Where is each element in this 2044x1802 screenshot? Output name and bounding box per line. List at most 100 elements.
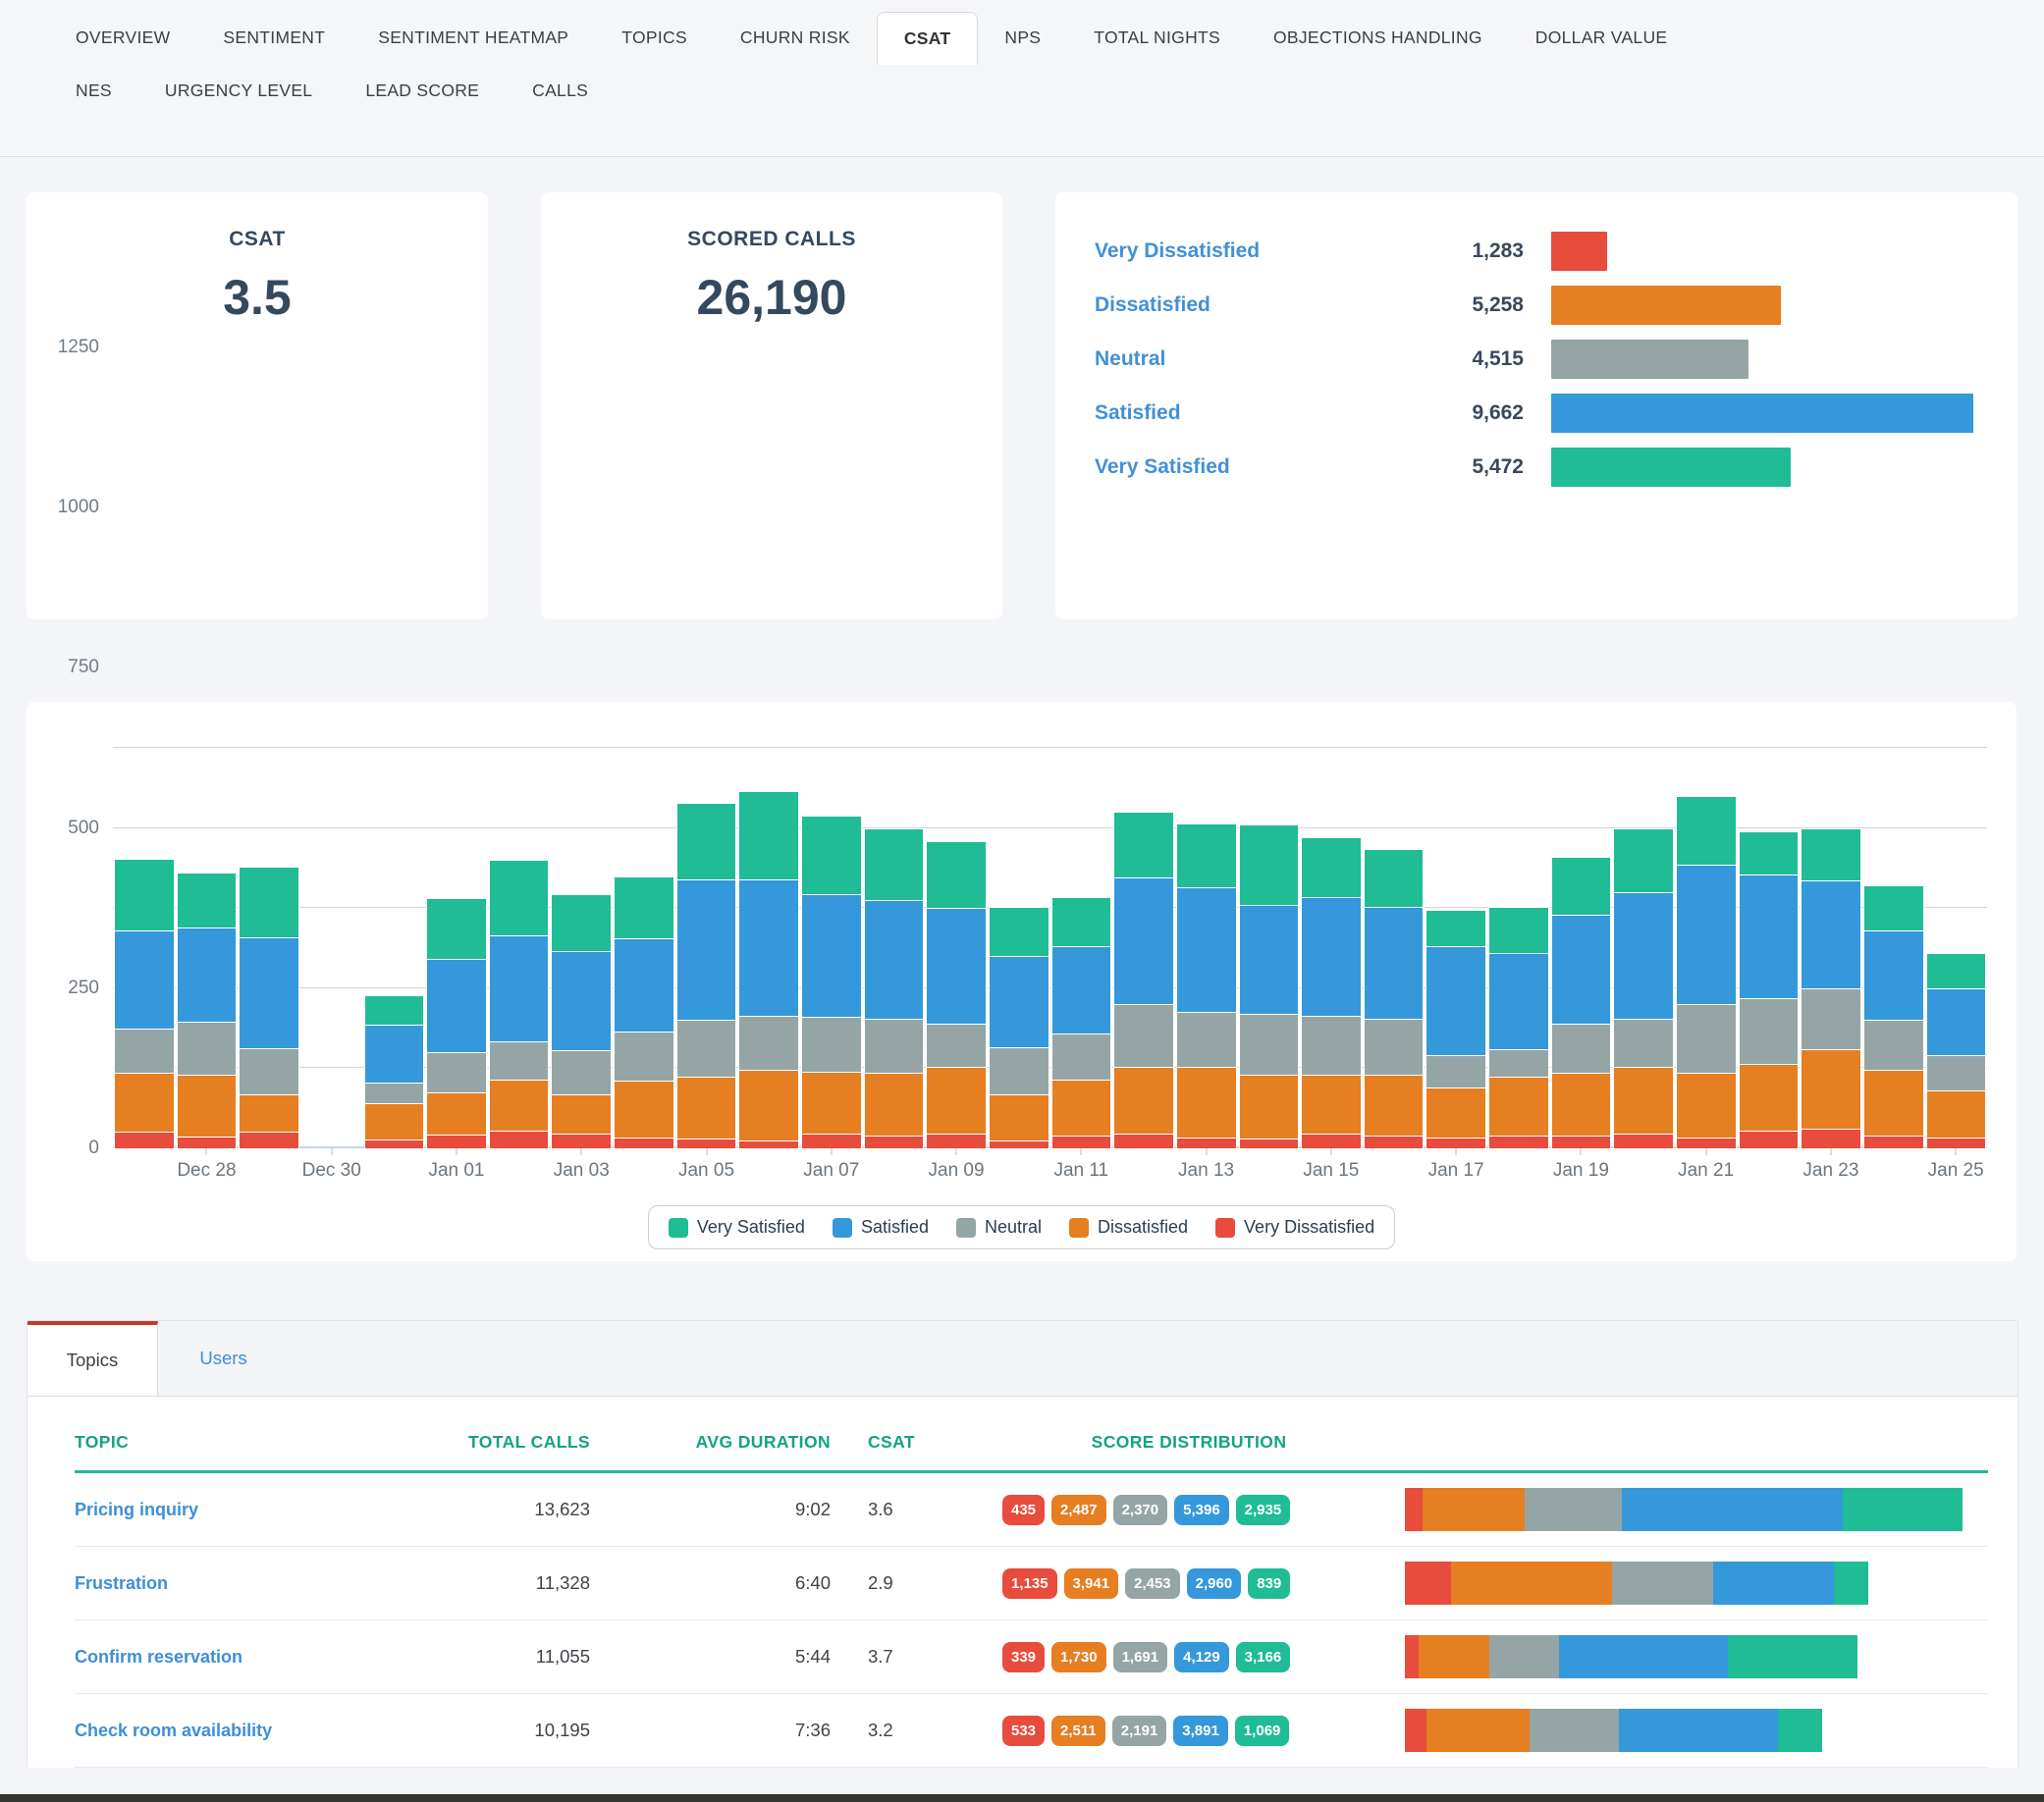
tab-users[interactable]: Users: [158, 1321, 289, 1396]
bar-jan-25[interactable]: [1925, 953, 1988, 1148]
segment-d: [1364, 1075, 1425, 1136]
segment-n: [1176, 1012, 1237, 1066]
nav-item-sentiment-heatmap[interactable]: SENTIMENT HEATMAP: [351, 12, 595, 65]
bar-dec-29[interactable]: [238, 867, 300, 1148]
distribution-bar-track: [1551, 232, 1976, 271]
nav-item-csat[interactable]: CSAT: [877, 12, 979, 65]
bar-jan-18[interactable]: [1487, 907, 1550, 1148]
nav-item-urgency-level[interactable]: URGENCY LEVEL: [138, 65, 339, 117]
segment-d: [614, 1081, 674, 1137]
bar-jan-04[interactable]: [613, 876, 675, 1148]
bar-jan-03[interactable]: [550, 894, 613, 1148]
segment-d: [1613, 1067, 1674, 1135]
nav-item-churn-risk[interactable]: CHURN RISK: [714, 12, 877, 65]
bar-jan-21[interactable]: [1675, 796, 1738, 1148]
legend-item-vd: Very Dissatisfied: [1215, 1217, 1374, 1238]
segment-vs: [1613, 828, 1674, 892]
bar-dec-31[interactable]: [363, 995, 426, 1148]
segment-d: [426, 1092, 487, 1135]
nav-item-total-nights[interactable]: TOTAL NIGHTS: [1067, 12, 1247, 65]
score-bar-segment-s: [1619, 1709, 1778, 1752]
segment-d: [364, 1103, 425, 1140]
segment-vs: [1051, 897, 1112, 947]
nav-item-dollar-value[interactable]: DOLLAR VALUE: [1509, 12, 1694, 65]
bar-jan-06[interactable]: [737, 791, 800, 1148]
bar-jan-07[interactable]: [800, 816, 863, 1148]
nav-item-topics[interactable]: TOPICS: [595, 12, 714, 65]
segment-n: [239, 1048, 299, 1094]
x-tick-label: Jan 21: [1678, 1160, 1734, 1182]
segment-n: [989, 1047, 1049, 1093]
bar-jan-19[interactable]: [1550, 857, 1613, 1148]
bar-jan-23[interactable]: [1800, 828, 1862, 1148]
x-tick-mark: [1705, 1148, 1706, 1155]
nav-item-sentiment[interactable]: SENTIMENT: [196, 12, 351, 65]
topic-link[interactable]: Frustration: [75, 1573, 350, 1594]
table-tab-strip: Topics Users: [27, 1321, 2017, 1397]
distribution-label[interactable]: Neutral: [1095, 347, 1389, 371]
segment-n: [1551, 1024, 1612, 1074]
segment-vd: [489, 1131, 550, 1148]
score-badge-s: 5,396: [1174, 1495, 1229, 1525]
bar-jan-13[interactable]: [1175, 823, 1238, 1148]
bar-jan-11[interactable]: [1050, 897, 1113, 1148]
y-tick-label: 1000: [58, 497, 99, 518]
distribution-label[interactable]: Dissatisfied: [1095, 293, 1389, 317]
nav-item-objections-handling[interactable]: OBJECTIONS HANDLING: [1247, 12, 1509, 65]
legend-label: Neutral: [985, 1217, 1042, 1238]
nav-item-nps[interactable]: NPS: [978, 12, 1067, 65]
topic-link[interactable]: Confirm reservation: [75, 1647, 350, 1668]
table-body: Pricing inquiry13,6239:023.64352,4872,37…: [75, 1473, 1988, 1768]
bar-jan-10[interactable]: [988, 907, 1050, 1148]
segment-vd: [364, 1140, 425, 1148]
distribution-label[interactable]: Very Satisfied: [1095, 455, 1389, 479]
x-tick-mark: [456, 1148, 457, 1155]
csat-card-title: CSAT: [27, 228, 488, 251]
distribution-bar: [1551, 394, 1973, 433]
x-tick-mark: [331, 1148, 332, 1155]
bar-dec-27[interactable]: [113, 859, 176, 1148]
stacked-bar-plot: 025050075010001250: [113, 748, 1987, 1148]
segment-s: [1239, 905, 1300, 1014]
bar-jan-22[interactable]: [1738, 831, 1801, 1148]
bar-jan-24[interactable]: [1862, 885, 1925, 1148]
nav-item-lead-score[interactable]: LEAD SCORE: [339, 65, 506, 117]
segment-vs: [114, 859, 175, 929]
bar-jan-17[interactable]: [1425, 910, 1487, 1148]
bar-jan-09[interactable]: [925, 841, 988, 1148]
bar-dec-28[interactable]: [176, 873, 239, 1148]
tab-topics[interactable]: Topics: [27, 1321, 158, 1396]
topic-link[interactable]: Check room availability: [75, 1721, 350, 1741]
header-score-distribution: SCORE DISTRIBUTION: [973, 1432, 1405, 1453]
distribution-label[interactable]: Very Dissatisfied: [1095, 239, 1389, 263]
segment-vd: [864, 1136, 925, 1148]
bar-jan-01[interactable]: [425, 898, 488, 1148]
nav-item-calls[interactable]: CALLS: [506, 65, 615, 117]
bar-jan-08[interactable]: [863, 828, 926, 1148]
segment-vs: [989, 907, 1049, 957]
distribution-bar-track: [1551, 340, 1976, 379]
score-bar: [1405, 1488, 1963, 1531]
nav-item-nes[interactable]: NES: [49, 65, 138, 117]
segment-s: [926, 908, 987, 1024]
topic-link[interactable]: Pricing inquiry: [75, 1500, 350, 1520]
table-row: Frustration11,3286:402.91,1353,9412,4532…: [75, 1547, 1988, 1620]
bar-jan-02[interactable]: [488, 860, 551, 1148]
bar-jan-05[interactable]: [675, 803, 738, 1148]
bar-jan-12[interactable]: [1112, 812, 1175, 1148]
distribution-label[interactable]: Satisfied: [1095, 401, 1389, 425]
segment-s: [1113, 877, 1174, 1004]
bar-jan-20[interactable]: [1612, 828, 1675, 1148]
bar-jan-14[interactable]: [1238, 824, 1301, 1148]
bar-jan-16[interactable]: [1363, 849, 1425, 1148]
segment-vd: [1364, 1136, 1425, 1148]
bar-jan-15[interactable]: [1300, 837, 1363, 1148]
nav-item-overview[interactable]: OVERVIEW: [49, 12, 196, 65]
segment-vs: [1176, 823, 1237, 887]
segment-d: [926, 1067, 987, 1135]
segment-vs: [1863, 885, 1924, 930]
x-tick-mark: [956, 1148, 957, 1155]
segment-vs: [1239, 824, 1300, 905]
segment-s: [1176, 887, 1237, 1012]
y-tick-label: 750: [68, 657, 99, 678]
